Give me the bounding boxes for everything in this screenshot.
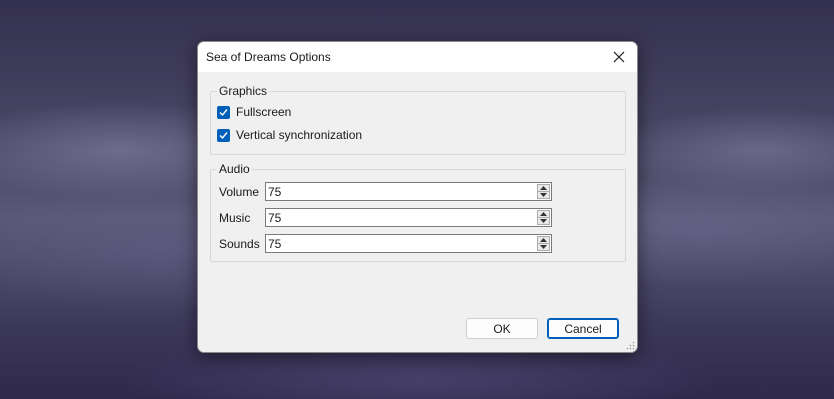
volume-down-button[interactable] — [537, 192, 550, 199]
sounds-up-button[interactable] — [537, 236, 550, 244]
arrow-down-icon — [540, 193, 547, 197]
fullscreen-checkbox[interactable] — [217, 105, 230, 119]
arrow-down-icon — [540, 245, 547, 249]
arrow-up-icon — [540, 186, 547, 190]
music-label: Music — [219, 211, 251, 225]
music-down-button[interactable] — [537, 218, 550, 225]
title-bar[interactable]: Sea of Dreams Options — [198, 42, 637, 72]
sounds-down-button[interactable] — [537, 244, 550, 251]
graphics-group: Graphics Fullscreen Vertical synchroniza… — [210, 84, 626, 155]
sounds-label: Sounds — [219, 237, 260, 251]
checkmark-icon — [219, 108, 228, 116]
arrow-down-icon — [540, 219, 547, 223]
close-button[interactable] — [601, 42, 637, 72]
volume-up-button[interactable] — [537, 184, 550, 192]
fullscreen-checkbox-row[interactable]: Fullscreen — [217, 105, 291, 119]
music-stepper[interactable]: 75 — [265, 208, 552, 227]
vsync-checkbox-row[interactable]: Vertical synchronization — [217, 128, 362, 142]
close-icon — [613, 51, 625, 63]
arrow-up-icon — [540, 238, 547, 242]
audio-group: Audio Volume 75 Music 75 Sounds 75 — [210, 162, 626, 262]
checkmark-icon — [219, 131, 228, 139]
graphics-group-label: Graphics — [217, 84, 270, 98]
music-up-button[interactable] — [537, 210, 550, 218]
arrow-up-icon — [540, 212, 547, 216]
volume-value[interactable]: 75 — [268, 185, 281, 199]
cancel-button[interactable]: Cancel — [547, 318, 619, 339]
ok-button[interactable]: OK — [466, 318, 538, 339]
dialog-title: Sea of Dreams Options — [206, 50, 331, 64]
sounds-value[interactable]: 75 — [268, 237, 281, 251]
volume-stepper[interactable]: 75 — [265, 182, 552, 201]
resize-grip-icon[interactable] — [625, 340, 635, 350]
volume-label: Volume — [219, 185, 260, 199]
sounds-stepper[interactable]: 75 — [265, 234, 552, 253]
music-value[interactable]: 75 — [268, 211, 281, 225]
vsync-label: Vertical synchronization — [236, 128, 363, 142]
vsync-checkbox[interactable] — [217, 128, 230, 142]
fullscreen-label: Fullscreen — [236, 105, 292, 119]
options-dialog: Sea of Dreams Options Graphics Fullscree… — [197, 41, 638, 353]
audio-group-label: Audio — [217, 162, 252, 176]
